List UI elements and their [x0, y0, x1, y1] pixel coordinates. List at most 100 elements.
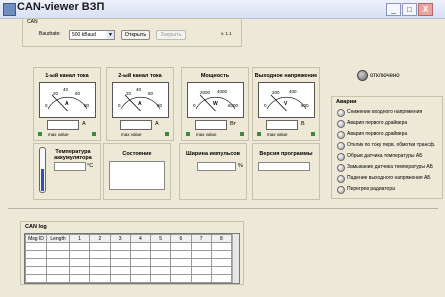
meter-1-led-icon — [38, 132, 42, 136]
alarm-led-icon — [337, 131, 345, 139]
meter-4-gauge: 0 200 400 600 V — [258, 82, 315, 118]
can-group: CAN Baudrate: 500 kBaud ▼ Открыть Закрыт… — [22, 18, 242, 47]
state-title: Состояние — [122, 151, 152, 157]
meter-1-unit: A — [82, 121, 86, 127]
pulse-width-title: Ширина импульсов — [186, 151, 240, 157]
meter-1-value-field — [47, 120, 79, 130]
table-row[interactable] — [25, 266, 233, 275]
meter-panel-1: 1-ый канал тока 0 20 40 60 80 A A max va… — [33, 67, 101, 141]
meter-2-tick-3: 60 — [148, 91, 154, 96]
meter-3-gauge: 0 2000 4000 6000 W — [187, 82, 244, 118]
meter-4-led-icon — [257, 132, 261, 136]
meter-2-scale-label: A — [138, 101, 142, 107]
meter-2-tick-2: 40 — [136, 87, 142, 92]
divider — [8, 208, 438, 209]
state-panel: Состояние — [103, 143, 171, 200]
meter-4-scale-label: V — [284, 101, 288, 107]
title-bar: CAN-viewer ВЗП _ □ X — [0, 0, 445, 19]
meter-2-title: 2-ый канал тока — [118, 73, 162, 79]
meter-4-tick-1: 200 — [272, 90, 280, 95]
meter-1-gauge: 0 20 40 60 80 A — [39, 82, 96, 118]
baudrate-select[interactable]: 500 kBaud ▼ — [69, 30, 115, 40]
col-byte-1[interactable]: 1 — [68, 234, 91, 243]
meter-2-max-label: max value — [121, 132, 142, 137]
meter-1-title: 1-ый канал тока — [45, 73, 89, 79]
maximize-button[interactable]: □ — [402, 3, 417, 16]
table-row[interactable] — [25, 258, 233, 267]
meter-3-tick-1: 2000 — [200, 90, 211, 95]
baudrate-value: 500 kBaud — [72, 32, 96, 38]
meter-3-led-right-icon — [240, 132, 244, 136]
pulse-width-unit: % — [238, 163, 243, 169]
version-panel: Версия программы — [252, 143, 320, 200]
meter-2-tick-0: 0 — [118, 103, 121, 108]
col-byte-8[interactable]: 8 — [210, 234, 233, 243]
table-row[interactable] — [25, 242, 233, 251]
alarm-led-icon — [337, 142, 345, 150]
state-text-area — [109, 161, 165, 190]
canlog-title: CAN log — [25, 224, 47, 230]
meter-3-value-field — [195, 120, 227, 130]
minimize-button[interactable]: _ — [386, 3, 401, 16]
meter-4-max-label: max value — [267, 132, 288, 137]
meter-2-led-right-icon — [165, 132, 169, 136]
alarm-led-icon — [337, 164, 345, 172]
close-port-button: Закрыть — [156, 30, 186, 40]
meter-4-tick-0: 0 — [264, 103, 267, 108]
meter-3-scale-label: W — [213, 101, 218, 107]
pulse-width-value-field — [197, 162, 236, 171]
meter-panel-2: 2-ый канал тока 0 20 40 60 80 A A max va… — [106, 67, 174, 141]
meter-panel-3: Мощность 0 2000 4000 6000 W Вт max value — [181, 67, 249, 141]
canlog-table[interactable]: Msg ID Length 1 2 3 4 5 6 7 8 — [25, 234, 233, 283]
window-title: CAN-viewer ВЗП — [17, 1, 105, 13]
status-led-icon — [357, 70, 368, 81]
col-byte-6[interactable]: 6 — [170, 234, 192, 243]
meter-1-scale-label: A — [65, 101, 69, 107]
table-row[interactable] — [25, 250, 233, 259]
meter-4-led-right-icon — [311, 132, 315, 136]
alarms-title: Аварии — [336, 99, 357, 105]
meter-2-tick-4: 80 — [157, 103, 163, 108]
alarm-led-icon — [337, 186, 345, 194]
temperature-value-field — [54, 162, 86, 171]
col-msg-id[interactable]: Msg ID — [25, 234, 47, 243]
close-window-button[interactable]: X — [418, 3, 433, 16]
canlog-table-container[interactable]: Msg ID Length 1 2 3 4 5 6 7 8 — [24, 233, 240, 284]
pulse-width-panel: Ширина импульсов % — [179, 143, 247, 200]
meter-1-tick-3: 60 — [75, 91, 81, 96]
meter-3-title: Мощность — [200, 73, 230, 79]
thermometer-icon — [39, 147, 46, 193]
version-title: Версия программы — [259, 151, 313, 157]
meter-3-tick-2: 4000 — [217, 89, 228, 94]
col-byte-3[interactable]: 3 — [109, 234, 131, 243]
alarm-led-icon — [337, 175, 345, 183]
temperature-unit: °C — [87, 163, 94, 169]
meter-4-tick-3: 600 — [301, 103, 309, 108]
meter-2-gauge: 0 20 40 60 80 A — [112, 82, 169, 118]
table-row[interactable] — [25, 274, 233, 283]
meter-1-tick-1: 20 — [53, 91, 59, 96]
meter-3-tick-3: 6000 — [228, 103, 239, 108]
version-text: v. 1.1 — [221, 31, 232, 36]
meter-panel-4: Выходное напряжение 0 200 400 600 V В ma… — [252, 67, 320, 141]
alarm-led-icon — [337, 153, 345, 161]
meter-4-unit: В — [301, 121, 305, 127]
col-byte-7[interactable]: 7 — [190, 234, 212, 243]
canlog-scrollbar[interactable] — [232, 234, 239, 283]
canlog-header-row: Msg ID Length 1 2 3 4 5 6 7 8 — [25, 234, 233, 243]
col-length[interactable]: Length — [46, 234, 70, 243]
open-button[interactable]: Открыть — [121, 30, 150, 40]
app-icon — [3, 3, 16, 16]
col-byte-5[interactable]: 5 — [149, 234, 172, 243]
alarm-led-icon — [337, 109, 345, 117]
meter-2-value-field — [120, 120, 152, 130]
col-byte-2[interactable]: 2 — [89, 234, 111, 243]
col-byte-4[interactable]: 4 — [129, 234, 152, 243]
meter-4-title: Выходное напряжение — [254, 73, 318, 79]
version-value-field — [258, 162, 310, 171]
meter-2-unit: A — [155, 121, 159, 127]
alarms-panel: Аварии Снижение входного напряжения Авар… — [331, 96, 443, 199]
chevron-down-icon: ▼ — [107, 31, 114, 39]
canlog-panel: CAN log Msg ID Length 1 2 3 4 5 6 7 8 — [20, 221, 244, 285]
baudrate-label: Baudrate: — [39, 31, 61, 37]
